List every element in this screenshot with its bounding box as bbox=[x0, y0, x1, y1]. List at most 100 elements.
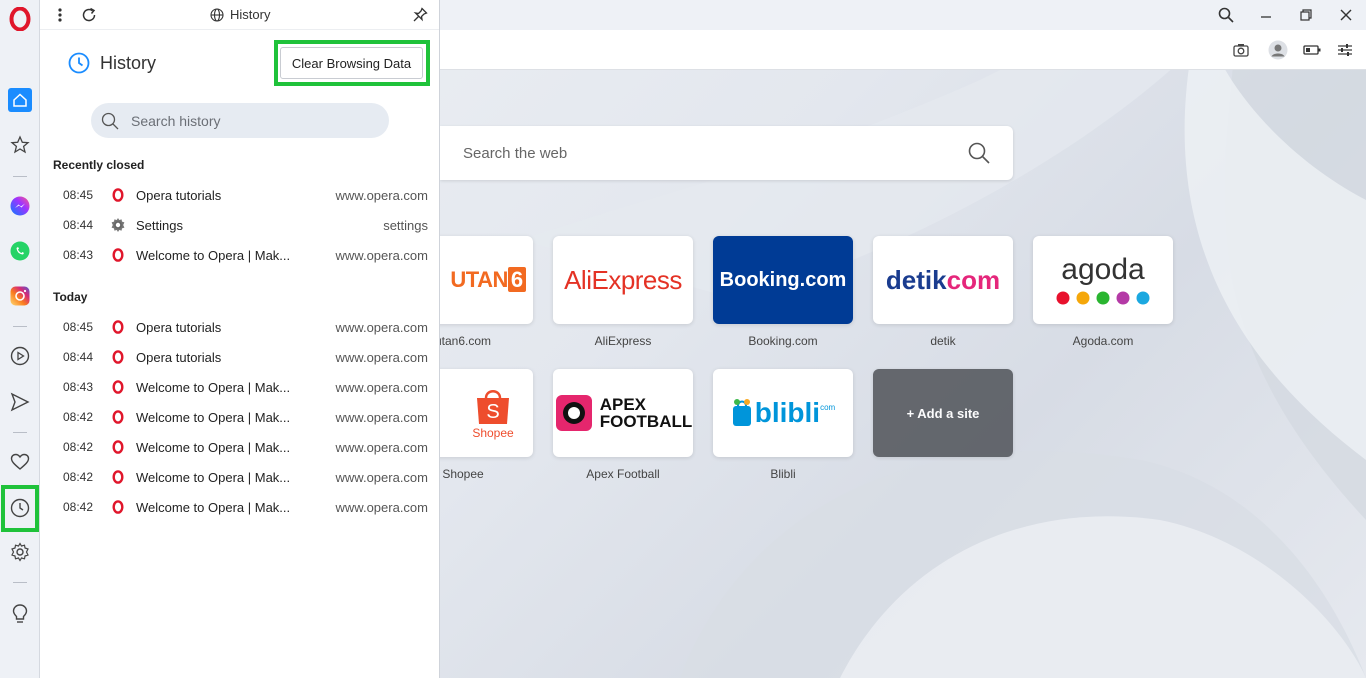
tile-label: AliExpress bbox=[594, 334, 652, 348]
history-icon bbox=[68, 52, 90, 74]
whatsapp-icon bbox=[10, 241, 30, 261]
svg-text:S: S bbox=[486, 401, 499, 423]
shopee-bag-icon: S bbox=[477, 390, 509, 424]
speed-dial-agoda[interactable]: agoda bbox=[1033, 236, 1173, 324]
close-window-button[interactable] bbox=[1334, 4, 1358, 26]
instagram-icon bbox=[10, 286, 30, 306]
opera-icon bbox=[106, 320, 130, 334]
history-search[interactable] bbox=[91, 103, 389, 138]
battery-saver-button[interactable] bbox=[1301, 39, 1323, 61]
address-bar[interactable] bbox=[440, 30, 1366, 70]
add-site-tile[interactable]: + Add a site bbox=[873, 369, 1013, 457]
snapshot-button[interactable] bbox=[1230, 39, 1252, 61]
history-title: History bbox=[100, 52, 157, 73]
player-icon bbox=[10, 346, 30, 366]
tile-label: Apex Football bbox=[586, 467, 660, 481]
history-row-title: Welcome to Opera | Mak... bbox=[136, 409, 291, 425]
opera-icon bbox=[106, 188, 130, 202]
history-search-input[interactable] bbox=[131, 112, 361, 129]
history-row[interactable]: 08:45 Opera tutorials www.opera.com bbox=[48, 312, 432, 342]
history-row[interactable]: 08:44 Settings settings bbox=[48, 210, 432, 240]
history-row-title: Welcome to Opera | Mak... bbox=[136, 247, 291, 263]
sidebar-player[interactable] bbox=[6, 342, 34, 370]
speed-dial-aliexpress[interactable]: AliExpress bbox=[553, 236, 693, 324]
history-row-site: www.opera.com bbox=[335, 499, 428, 515]
history-highlight bbox=[1, 485, 39, 532]
history-row-site: www.opera.com bbox=[335, 247, 428, 263]
sidebar-home[interactable] bbox=[6, 86, 34, 114]
history-row-time: 08:42 bbox=[63, 440, 94, 454]
history-row[interactable]: 08:43 Welcome to Opera | Mak... www.opera.… bbox=[48, 240, 432, 270]
restore-button[interactable] bbox=[1294, 4, 1318, 26]
sidebar-pinboards[interactable] bbox=[6, 448, 34, 476]
history-row-time: 08:43 bbox=[63, 380, 94, 394]
history-row-site: settings bbox=[383, 217, 428, 233]
easy-setup-button[interactable] bbox=[1334, 39, 1356, 61]
speed-dial-booking[interactable]: Booking.com bbox=[713, 236, 853, 324]
sidebar-settings[interactable] bbox=[6, 538, 34, 566]
section-heading-recently-closed: Recently closed bbox=[53, 158, 145, 172]
avatar-icon bbox=[1268, 40, 1288, 60]
section-heading-today: Today bbox=[53, 290, 88, 304]
minimize-icon bbox=[1261, 16, 1271, 18]
history-row-title: Opera tutorials bbox=[136, 349, 222, 365]
opera-menu-button[interactable] bbox=[6, 5, 34, 33]
panel-header: History bbox=[40, 0, 439, 30]
web-search-placeholder: Search the web bbox=[463, 144, 568, 162]
opera-icon bbox=[106, 500, 130, 514]
agoda-logo: agoda bbox=[1061, 253, 1145, 286]
search-icon bbox=[101, 112, 119, 129]
history-row[interactable]: 08:42 Welcome to Opera | Mak... www.opera.… bbox=[48, 492, 432, 522]
apex-football-logo: APEX FOOTBALL bbox=[599, 395, 693, 431]
history-panel: History History Clear Browsing Data Rece… bbox=[40, 0, 440, 678]
settings-icon bbox=[11, 542, 29, 562]
sidebar-my-flow[interactable] bbox=[6, 388, 34, 416]
history-row[interactable]: 08:43 Welcome to Opera | Mak... www.opera.… bbox=[48, 372, 432, 402]
minimize-button[interactable] bbox=[1254, 4, 1278, 26]
history-row[interactable]: 08:42 Welcome to Opera | Mak... www.opera.… bbox=[48, 432, 432, 462]
sliders-icon bbox=[1338, 44, 1352, 56]
tile-label: detik bbox=[930, 334, 956, 348]
history-row-title: Opera tutorials bbox=[136, 319, 222, 335]
panel-header-title-text: History bbox=[230, 7, 271, 22]
opera-icon bbox=[106, 440, 130, 454]
search-icon bbox=[1218, 7, 1234, 23]
sidebar-bookmarks[interactable] bbox=[6, 131, 34, 159]
opera-logo-icon bbox=[9, 7, 31, 31]
agoda-dots-icon bbox=[1056, 291, 1150, 305]
speed-dial-detik[interactable]: detikcom bbox=[873, 236, 1013, 324]
history-row-title: Settings bbox=[136, 217, 183, 233]
sidebar-instagram[interactable] bbox=[6, 282, 34, 310]
blibli-logo-sup: com bbox=[820, 403, 836, 412]
sidebar-messenger[interactable] bbox=[6, 192, 34, 220]
history-row-site: www.opera.com bbox=[335, 379, 428, 395]
profile-button[interactable] bbox=[1267, 39, 1289, 61]
sidebar bbox=[0, 0, 40, 678]
gear-icon bbox=[106, 217, 130, 233]
history-row[interactable]: 08:42 Welcome to Opera | Mak... www.opera.… bbox=[48, 402, 432, 432]
opera-icon bbox=[106, 350, 130, 364]
sidebar-tips[interactable] bbox=[6, 600, 34, 628]
clear-browsing-data-button[interactable]: Clear Browsing Data bbox=[280, 47, 423, 79]
history-row[interactable]: 08:42 Welcome to Opera | Mak... www.opera.… bbox=[48, 462, 432, 492]
history-row-time: 08:45 bbox=[63, 188, 94, 202]
history-row-site: www.opera.com bbox=[335, 187, 428, 203]
speed-dial-blibli[interactable]: blibli com bbox=[713, 369, 853, 457]
history-row-site: www.opera.com bbox=[335, 439, 428, 455]
detik-logo: detikcom bbox=[885, 264, 1001, 295]
pin-panel-button[interactable] bbox=[410, 5, 430, 25]
sidebar-whatsapp[interactable] bbox=[6, 237, 34, 265]
history-row-title: Welcome to Opera | Mak... bbox=[136, 379, 291, 395]
booking-logo: Booking.com bbox=[719, 268, 847, 291]
web-search-box[interactable]: Search the web bbox=[440, 126, 1013, 180]
search-tabs-button[interactable] bbox=[1214, 4, 1238, 26]
speed-dial-apex-football[interactable]: APEX FOOTBALL bbox=[553, 369, 693, 457]
panel-reload-button[interactable] bbox=[80, 6, 98, 24]
history-row-site: www.opera.com bbox=[335, 409, 428, 425]
tile-label: Blibli bbox=[770, 467, 796, 481]
history-row[interactable]: 08:44 Opera tutorials www.opera.com bbox=[48, 342, 432, 372]
history-row-site: www.opera.com bbox=[335, 319, 428, 335]
history-row-time: 08:44 bbox=[63, 218, 94, 232]
panel-menu-button[interactable] bbox=[52, 6, 68, 24]
history-row[interactable]: 08:45 Opera tutorials www.opera.com bbox=[48, 180, 432, 210]
